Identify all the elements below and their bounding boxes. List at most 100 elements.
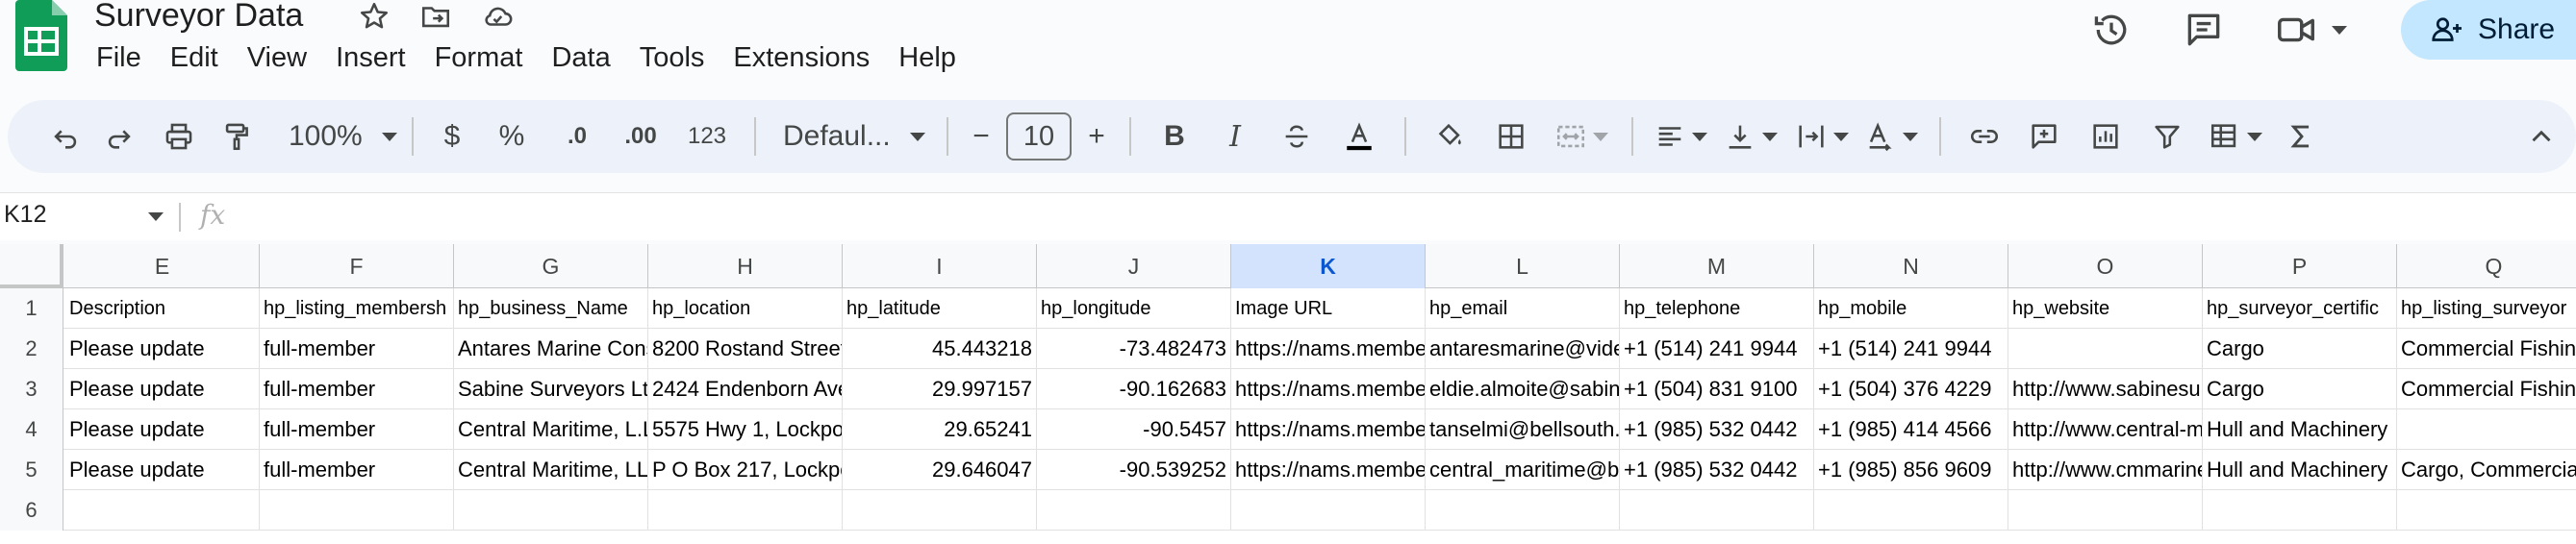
select-all-corner[interactable] [0, 244, 63, 288]
cell-j2[interactable]: -73.482473 [1037, 329, 1231, 369]
row-header[interactable]: 5 [0, 450, 63, 490]
cell-f4[interactable]: full-member [260, 409, 454, 450]
star-icon[interactable] [358, 0, 391, 33]
text-color-button[interactable] [1327, 108, 1391, 165]
cell-l2[interactable]: antaresmarine@vide [1426, 329, 1620, 369]
cell-j3[interactable]: -90.162683 [1037, 369, 1231, 409]
cell-m1[interactable]: hp_telephone [1620, 288, 1814, 329]
row-header[interactable]: 1 [0, 288, 63, 329]
cell-m2[interactable]: +1 (514) 241 9944 [1620, 329, 1814, 369]
text-wrapping-button[interactable] [1787, 108, 1856, 165]
cell-m4[interactable]: +1 (985) 532 0442 [1620, 409, 1814, 450]
cell-e6[interactable] [65, 490, 260, 531]
move-folder-icon[interactable] [419, 0, 452, 33]
cell-n4[interactable]: +1 (985) 414 4566 [1814, 409, 2008, 450]
column-header-n[interactable]: N [1814, 244, 2008, 288]
create-filter-button[interactable] [2137, 108, 2197, 165]
cell-g3[interactable]: Sabine Surveyors Ltd [454, 369, 648, 409]
redo-button[interactable] [90, 108, 148, 165]
column-header-q[interactable]: Q [2397, 244, 2576, 288]
cell-q2[interactable]: Commercial Fishing [2397, 329, 2576, 369]
strikethrough-button[interactable] [1266, 108, 1327, 165]
cell-i1[interactable]: hp_latitude [843, 288, 1037, 329]
cell-p6[interactable] [2203, 490, 2397, 531]
hide-menus-button[interactable] [2513, 108, 2570, 165]
cell-e2[interactable]: Please update [65, 329, 260, 369]
cell-k2[interactable]: https://nams.membe [1231, 329, 1426, 369]
increase-decimal-button[interactable]: .00 [608, 108, 673, 165]
cell-g1[interactable]: hp_business_Name [454, 288, 648, 329]
print-button[interactable] [148, 108, 210, 165]
insert-chart-button[interactable] [2074, 108, 2137, 165]
cell-p4[interactable]: Hull and Machinery [2203, 409, 2397, 450]
horizontal-align-button[interactable] [1647, 108, 1714, 165]
cell-q3[interactable]: Commercial Fishing [2397, 369, 2576, 409]
cell-q4[interactable] [2397, 409, 2576, 450]
cell-l6[interactable] [1426, 490, 1620, 531]
fill-color-button[interactable] [1420, 108, 1477, 165]
zoom-select[interactable]: 100% [264, 108, 398, 165]
cell-j6[interactable] [1037, 490, 1231, 531]
menu-insert[interactable]: Insert [336, 42, 406, 74]
cell-l4[interactable]: tanselmi@bellsouth. [1426, 409, 1620, 450]
row-header[interactable]: 2 [0, 329, 63, 369]
sheets-logo-icon[interactable] [15, 0, 67, 71]
italic-button[interactable]: I [1204, 108, 1266, 165]
cell-o5[interactable]: http://www.cmmarine [2008, 450, 2203, 490]
vertical-align-button[interactable] [1714, 108, 1787, 165]
column-header-p[interactable]: P [2203, 244, 2397, 288]
row-header[interactable]: 6 [0, 490, 63, 531]
cell-q6[interactable] [2397, 490, 2576, 531]
cell-i6[interactable] [843, 490, 1037, 531]
cell-k4[interactable]: https://nams.membe [1231, 409, 1426, 450]
cell-m3[interactable]: +1 (504) 831 9100 [1620, 369, 1814, 409]
font-size-input[interactable]: 10 [1000, 108, 1077, 165]
cell-n1[interactable]: hp_mobile [1814, 288, 2008, 329]
menu-tools[interactable]: Tools [640, 42, 705, 74]
menu-extensions[interactable]: Extensions [733, 42, 870, 74]
cell-i2[interactable]: 45.443218 [843, 329, 1037, 369]
borders-button[interactable] [1477, 108, 1545, 165]
cell-f2[interactable]: full-member [260, 329, 454, 369]
cell-p2[interactable]: Cargo [2203, 329, 2397, 369]
cell-n5[interactable]: +1 (985) 856 9609 [1814, 450, 2008, 490]
row-header[interactable]: 4 [0, 409, 63, 450]
cell-m6[interactable] [1620, 490, 1814, 531]
paint-format-button[interactable] [210, 108, 264, 165]
cell-k5[interactable]: https://nams.membe [1231, 450, 1426, 490]
insert-comment-button[interactable] [2014, 108, 2074, 165]
decrease-font-size-button[interactable]: − [962, 108, 1000, 165]
cell-j4[interactable]: -90.5457 [1037, 409, 1231, 450]
version-history-icon[interactable] [2089, 8, 2134, 52]
cell-f6[interactable] [260, 490, 454, 531]
column-header-l[interactable]: L [1426, 244, 1620, 288]
cell-g4[interactable]: Central Maritime, L.L [454, 409, 648, 450]
cell-h6[interactable] [648, 490, 843, 531]
menu-data[interactable]: Data [551, 42, 610, 74]
cell-i3[interactable]: 29.997157 [843, 369, 1037, 409]
name-box[interactable]: K12 [4, 201, 46, 229]
menu-edit[interactable]: Edit [170, 42, 218, 74]
column-header-f[interactable]: F [260, 244, 454, 288]
formula-input[interactable] [250, 201, 2559, 234]
cell-f3[interactable]: full-member [260, 369, 454, 409]
document-title[interactable]: Surveyor Data [94, 0, 303, 33]
column-header-k[interactable]: K [1231, 244, 1426, 288]
column-header-h[interactable]: H [648, 244, 843, 288]
merge-cells-button[interactable] [1545, 108, 1618, 165]
cell-p1[interactable]: hp_surveyor_certific [2203, 288, 2397, 329]
cell-e3[interactable]: Please update [65, 369, 260, 409]
cell-e4[interactable]: Please update [65, 409, 260, 450]
menu-help[interactable]: Help [898, 42, 956, 74]
undo-button[interactable] [40, 108, 90, 165]
cell-k3[interactable]: https://nams.membe [1231, 369, 1426, 409]
decrease-decimal-button[interactable]: .0 [546, 108, 608, 165]
font-select[interactable]: Defaul... [770, 108, 933, 165]
cell-o2[interactable] [2008, 329, 2203, 369]
cell-i4[interactable]: 29.65241 [843, 409, 1037, 450]
cell-h3[interactable]: 2424 Endenborn Ave [648, 369, 843, 409]
cell-h5[interactable]: P O Box 217, Lockpo [648, 450, 843, 490]
text-rotation-button[interactable] [1856, 108, 1926, 165]
cell-m5[interactable]: +1 (985) 532 0442 [1620, 450, 1814, 490]
cell-g5[interactable]: Central Maritime, LLC [454, 450, 648, 490]
